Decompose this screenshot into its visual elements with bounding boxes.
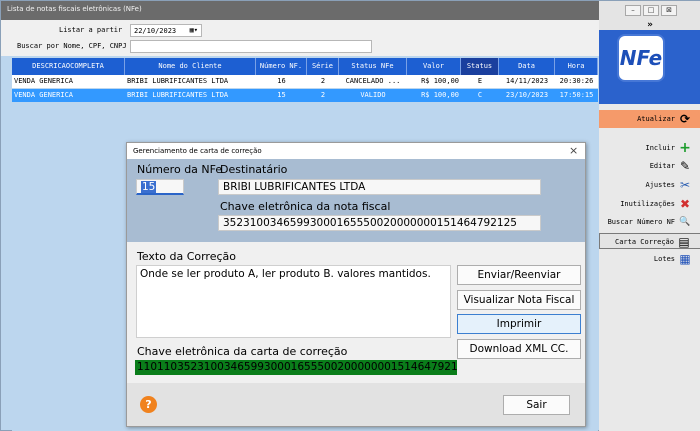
cell-valor: R$ 100,00 [421, 91, 459, 99]
cell-hora: 17:50:15 [559, 91, 594, 99]
chave-cc-label: Chave eletrônica da carta de correção [137, 345, 348, 358]
nfe-logo-text: NFe [619, 46, 663, 70]
cell-data: 14/11/2023 [505, 77, 549, 85]
cell-cliente: BRIBI LUBRIFICANTES LTDA [127, 77, 229, 85]
editar-label: Editar [649, 162, 675, 170]
cell-valor: R$ 100,00 [421, 77, 459, 85]
chave-cc-field[interactable]: 1101103523100346599300016555002000000015… [135, 360, 457, 375]
col-cliente[interactable]: Nome do Cliente [125, 58, 256, 75]
dialog-title: Gerenciamento de carta de correção [127, 143, 585, 159]
download-xml-button[interactable]: Download XML CC. [457, 339, 581, 359]
cell-status: E [477, 77, 483, 85]
buscar-numero-label: Buscar Número NF [607, 218, 675, 226]
col-status-nfe[interactable]: Status NFe [339, 58, 407, 75]
chave-nfe-field[interactable]: 3523100346599300016555002000000015146479… [218, 215, 541, 231]
plus-icon: + [679, 140, 691, 156]
buscar-input[interactable] [130, 40, 372, 53]
window-controls: – □ ⊠ [599, 1, 700, 20]
table-row[interactable]: VENDA GENERICA BRIBI LUBRIFICANTES LTDA … [12, 75, 598, 88]
close-button[interactable]: ⊠ [661, 5, 677, 16]
visualizar-button[interactable]: Visualizar Nota Fiscal [457, 290, 581, 310]
help-icon[interactable]: ? [140, 396, 157, 413]
numero-value: 15 [141, 181, 157, 193]
lotes-label: Lotes [653, 255, 675, 263]
side-header: » NFe [599, 20, 700, 104]
listar-date-value: 22/10/2023 [134, 27, 177, 35]
col-data[interactable]: Data [499, 58, 555, 75]
main-window: Lista de notas fiscais eletrônicas (NFe)… [0, 0, 700, 431]
cell-descricao: VENDA GENERICA [14, 91, 74, 99]
cell-cliente: BRIBI LUBRIFICANTES LTDA [127, 91, 229, 99]
buscar-label: Buscar por Nome, CPF, CNPJ [17, 42, 127, 50]
tools-icon: ✂ [679, 178, 691, 192]
sair-button[interactable]: Sair [503, 395, 570, 415]
carta-correcao-label: Carta Correção [614, 238, 674, 246]
x-icon: ✖ [679, 197, 691, 211]
texto-correcao-label: Texto da Correção [137, 250, 236, 263]
cell-hora: 20:30:26 [559, 77, 594, 85]
search-icon: 🔍 [679, 217, 691, 227]
cell-data: 23/10/2023 [505, 91, 549, 99]
destinatario-field[interactable]: BRIBI LUBRIFICANTES LTDA [218, 179, 541, 195]
destinatario-label: Destinatário [220, 163, 288, 176]
lotes-icon: ▦ [679, 252, 691, 266]
cell-status-nfe: VALIDO [360, 91, 386, 99]
atualizar-label: Atualizar [637, 115, 675, 123]
listar-date-picker[interactable]: 22/10/2023 ▦▾ [130, 24, 202, 37]
calendar-icon[interactable]: ▦▾ [190, 26, 198, 34]
dialog-close-button[interactable]: × [569, 144, 578, 157]
cell-serie: 2 [320, 77, 326, 85]
side-item-incluir[interactable]: Incluir + [599, 140, 700, 156]
cell-numero: 16 [277, 77, 286, 85]
col-serie[interactable]: Série [307, 58, 339, 75]
side-item-ajustes[interactable]: Ajustes ✂ [599, 177, 700, 193]
nfe-info-panel: Número da NFe 15 Destinatário BRIBI LUBR… [127, 159, 585, 242]
ajustes-label: Ajustes [645, 181, 675, 189]
restore-button[interactable]: □ [643, 5, 659, 16]
side-item-buscar-numero[interactable]: Buscar Número NF 🔍 [599, 214, 700, 230]
col-status[interactable]: Status [461, 58, 499, 75]
carta-correcao-dialog: Gerenciamento de carta de correção × Núm… [126, 142, 586, 427]
side-panel: » NFe Atualizar ⟳ Incluir + Editar ✎ Aju… [599, 20, 700, 431]
chave-nfe-label: Chave eletrônica da nota fiscal [220, 200, 391, 213]
minimize-button[interactable]: – [625, 5, 641, 16]
side-item-lotes[interactable]: Lotes ▦ [599, 251, 700, 267]
cell-serie: 2 [320, 91, 326, 99]
table-header: DESCRICAOCOMPLETA Nome do Cliente Número… [12, 58, 598, 75]
refresh-icon: ⟳ [679, 112, 691, 126]
col-valor[interactable]: Valor [407, 58, 461, 75]
document-icon: ▤ [678, 235, 690, 249]
atualizar-button[interactable]: Atualizar ⟳ [599, 110, 700, 128]
table-row-selected[interactable]: VENDA GENERICA BRIBI LUBRIFICANTES LTDA … [12, 89, 598, 102]
pencil-icon: ✎ [679, 159, 691, 173]
col-descricao[interactable]: DESCRICAOCOMPLETA [12, 58, 125, 75]
collapse-button[interactable]: » [599, 20, 700, 30]
side-item-inutilizacoes[interactable]: Inutilizações ✖ [599, 196, 700, 212]
filter-area: Listar a partir 22/10/2023 ▦▾ Buscar por… [1, 20, 599, 56]
side-item-editar[interactable]: Editar ✎ [599, 158, 700, 174]
texto-correcao-textarea[interactable]: Onde se ler produto A, ler produto B. va… [136, 265, 451, 338]
cell-status: C [477, 91, 483, 99]
col-hora[interactable]: Hora [555, 58, 598, 75]
imprimir-button[interactable]: Imprimir [457, 314, 581, 334]
incluir-label: Incluir [645, 144, 675, 152]
listar-label: Listar a partir [59, 26, 123, 34]
numero-input[interactable]: 15 [136, 179, 184, 195]
nfe-logo: NFe [617, 34, 665, 82]
numero-label: Número da NFe [137, 163, 223, 176]
window-title: Lista de notas fiscais eletrônicas (NFe) [1, 1, 599, 20]
inutilizacoes-label: Inutilizações [620, 200, 675, 208]
cell-status-nfe: CANCELADO ... [345, 77, 401, 85]
cell-descricao: VENDA GENERICA [14, 77, 74, 85]
enviar-button[interactable]: Enviar/Reenviar [457, 265, 581, 285]
cell-numero: 15 [277, 91, 286, 99]
col-numero[interactable]: Número NF. [256, 58, 307, 75]
side-item-carta-correcao[interactable]: Carta Correção ▤ [599, 233, 700, 249]
